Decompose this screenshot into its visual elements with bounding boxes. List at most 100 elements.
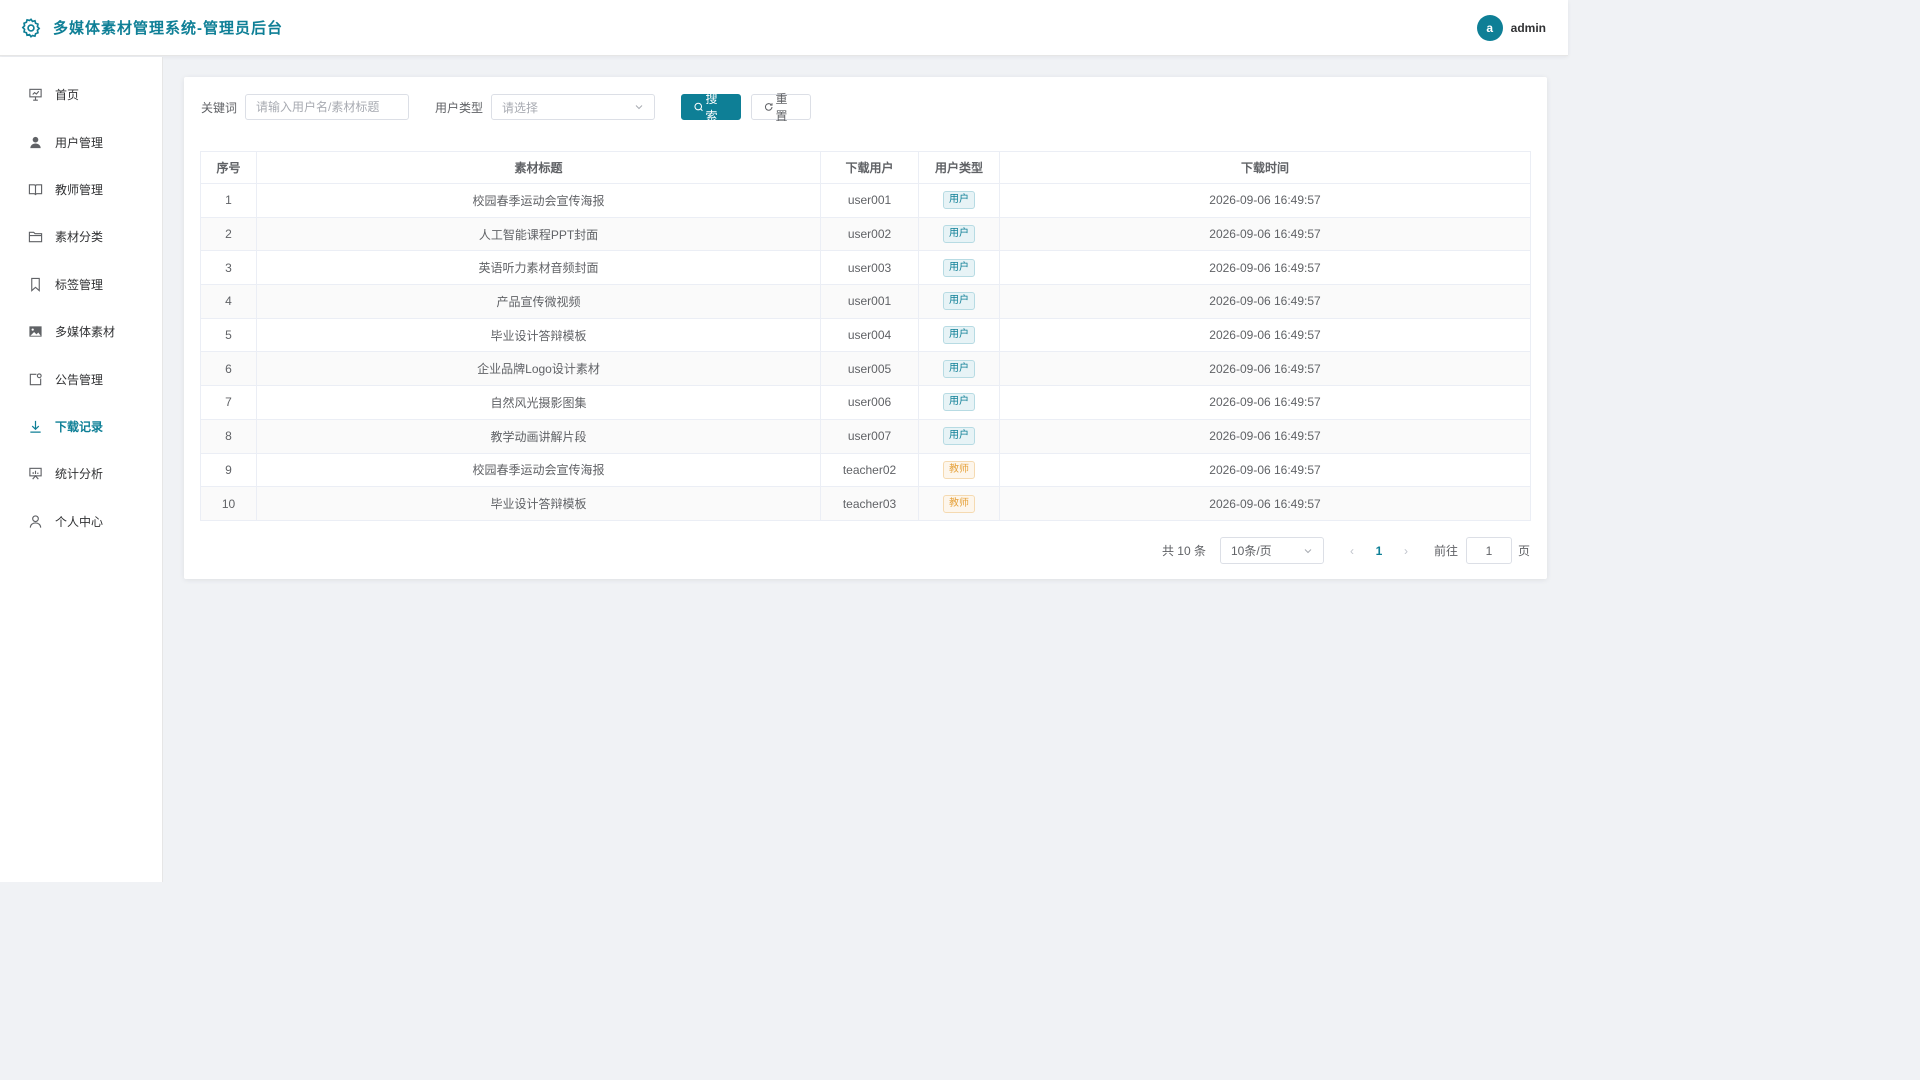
page-size-select[interactable]: 10条/页 bbox=[1219, 537, 1324, 564]
table-cell-title: 校园春季运动会宣传海报 bbox=[256, 452, 821, 488]
user-type-tag: 用户 bbox=[943, 326, 975, 345]
table-cell-time: 2026-09-06 16:49:57 bbox=[999, 418, 1531, 454]
table-cell-user: user004 bbox=[820, 317, 919, 353]
table-row[interactable]: 6 企业品牌Logo设计素材 user005 用户 2026-09-06 16:49:5… bbox=[200, 351, 1531, 387]
table-cell-index: 1 bbox=[200, 183, 257, 218]
sidebar-item-media[interactable]: 多媒体素材 bbox=[0, 308, 162, 355]
table-row[interactable]: 3 英语听力素材音频封面 user003 用户 2026-09-06 16:49:57 bbox=[200, 250, 1531, 286]
table-row[interactable]: 8 教学动画讲解片段 user007 用户 2026-09-06 16:49:57 bbox=[200, 418, 1531, 454]
table-row[interactable]: 1 校园春季运动会宣传海报 user001 用户 2026-09-06 16:49:57 bbox=[200, 183, 1531, 218]
table-cell-title: 毕业设计答辩模板 bbox=[256, 486, 821, 521]
sidebar-item-label: 教师管理 bbox=[55, 182, 104, 197]
table-row[interactable]: 10 毕业设计答辩模板 teacher03 教师 2026-09-06 16:49:57 bbox=[200, 486, 1531, 521]
pagination: 共 10 条 10条/页 ‹ 1 › 前往 1 页 bbox=[1162, 537, 1530, 564]
search-button-label: 搜索 bbox=[705, 92, 718, 123]
page-suffix: 页 bbox=[1517, 544, 1530, 558]
sidebar-item-users[interactable]: 用户管理 bbox=[0, 118, 162, 165]
sidebar-item-profile[interactable]: 个人中心 bbox=[0, 498, 162, 545]
chevron-down-icon bbox=[1304, 548, 1312, 553]
username[interactable]: admin bbox=[1511, 21, 1546, 35]
table-cell-title: 校园春季运动会宣传海报 bbox=[256, 183, 821, 218]
download-icon bbox=[30, 420, 41, 433]
next-page-icon[interactable]: › bbox=[1396, 544, 1416, 558]
sidebar-item-label: 个人中心 bbox=[55, 514, 104, 529]
table-cell-index: 8 bbox=[200, 418, 257, 454]
sidebar-item-label: 标签管理 bbox=[55, 277, 104, 292]
table-cell-index: 6 bbox=[200, 351, 257, 387]
sidebar-item-label: 首页 bbox=[55, 88, 80, 103]
table-cell-user: teacher03 bbox=[820, 486, 919, 521]
table-cell-index: 3 bbox=[200, 250, 257, 286]
user-type-tag: 教师 bbox=[943, 460, 975, 479]
table-cell-title: 英语听力素材音频封面 bbox=[256, 250, 821, 286]
table-cell-time: 2026-09-06 16:49:57 bbox=[999, 317, 1531, 353]
column-header[interactable]: 序号 bbox=[200, 151, 257, 184]
table-cell-title: 产品宣传微视频 bbox=[256, 284, 821, 319]
table-row[interactable]: 9 校园春季运动会宣传海报 teacher02 教师 2026-09-06 16:49:… bbox=[200, 452, 1531, 488]
search-button[interactable]: 搜索 bbox=[681, 92, 742, 123]
person-icon bbox=[29, 515, 42, 528]
bookmark-icon bbox=[31, 277, 40, 292]
table-row[interactable]: 5 毕业设计答辩模板 user004 用户 2026-09-06 16:49:57 bbox=[200, 317, 1531, 353]
usertype-select[interactable]: 请选择 bbox=[491, 94, 656, 120]
column-header[interactable]: 用户类型 bbox=[918, 151, 1000, 184]
sidebar-item-label: 下载记录 bbox=[55, 419, 104, 434]
table-cell-index: 4 bbox=[200, 284, 257, 319]
user-type-tag: 用户 bbox=[943, 225, 975, 244]
sidebar-item-downloads[interactable]: 下载记录 bbox=[0, 403, 162, 450]
sidebar-item-tags[interactable]: 标签管理 bbox=[0, 261, 162, 308]
current-page-button[interactable]: 1 bbox=[1371, 544, 1387, 558]
sidebar-item-teachers[interactable]: 教师管理 bbox=[0, 166, 162, 213]
sidebar-item-label: 公告管理 bbox=[55, 372, 104, 387]
prev-page-icon[interactable]: ‹ bbox=[1342, 544, 1362, 558]
table-cell-user: user002 bbox=[820, 216, 919, 252]
table-cell-user: user001 bbox=[820, 284, 919, 319]
goto-page-input[interactable]: 1 bbox=[1465, 537, 1512, 564]
sidebar-item-label: 统计分析 bbox=[55, 467, 104, 482]
sidebar-item-categories[interactable]: 素材分类 bbox=[0, 213, 162, 260]
table-header-row: 序号 素材标题 下载用户 用户类型 下载时间 bbox=[200, 151, 1531, 184]
table-cell-time: 2026-09-06 16:49:57 bbox=[999, 452, 1531, 488]
avatar[interactable]: a bbox=[1476, 14, 1503, 41]
column-header[interactable]: 下载时间 bbox=[999, 151, 1531, 184]
goto-label: 前往 bbox=[1433, 544, 1458, 558]
sidebar-item-notices[interactable]: 公告管理 bbox=[0, 355, 162, 402]
sidebar: 首页 用户管理 教师管理 素材分类 标签管理 多媒体素材 公告管理 下载记录 统… bbox=[0, 57, 163, 882]
table-cell-user: user005 bbox=[820, 351, 919, 387]
usertype-placeholder: 请选择 bbox=[502, 100, 539, 115]
table-cell-type: 教师 bbox=[918, 486, 1000, 521]
download-records-panel: 关键词 用户类型 请选择 搜索 重置 序号 素材标题 下载用户 用户类型 下载时… bbox=[184, 77, 1547, 579]
user-menu[interactable]: a admin bbox=[1476, 14, 1546, 41]
column-header[interactable]: 素材标题 bbox=[256, 151, 821, 184]
filter-bar: 关键词 用户类型 请选择 搜索 重置 bbox=[201, 92, 812, 123]
table-cell-index: 10 bbox=[200, 486, 257, 521]
table-cell-type: 用户 bbox=[918, 284, 1000, 319]
reset-button[interactable]: 重置 bbox=[751, 92, 812, 123]
book-icon bbox=[28, 184, 43, 196]
table-row[interactable]: 7 自然风光摄影图集 user006 用户 2026-09-06 16:49:57 bbox=[200, 385, 1531, 420]
folder-icon bbox=[28, 232, 43, 243]
sidebar-item-label: 多媒体素材 bbox=[55, 325, 116, 340]
table-cell-type: 用户 bbox=[918, 183, 1000, 218]
sidebar-item-home[interactable]: 首页 bbox=[0, 71, 162, 118]
table-cell-time: 2026-09-06 16:49:57 bbox=[999, 284, 1531, 319]
pagination-total: 共 10 条 bbox=[1161, 544, 1206, 558]
table-cell-title: 自然风光摄影图集 bbox=[256, 385, 821, 420]
table-row[interactable]: 2 人工智能课程PPT封面 user002 用户 2026-09-06 16:49:57 bbox=[200, 216, 1531, 252]
table-cell-type: 用户 bbox=[918, 216, 1000, 252]
keyword-input[interactable] bbox=[245, 94, 410, 120]
reset-button-label: 重置 bbox=[775, 92, 788, 123]
table-cell-index: 5 bbox=[200, 317, 257, 353]
top-header: 多媒体素材管理系统-管理员后台 a admin bbox=[0, 0, 1568, 56]
table-cell-time: 2026-09-06 16:49:57 bbox=[999, 216, 1531, 252]
table-cell-user: user003 bbox=[820, 250, 919, 286]
table-cell-index: 7 bbox=[200, 385, 257, 420]
table-cell-title: 企业品牌Logo设计素材 bbox=[256, 351, 821, 387]
table-cell-title: 教学动画讲解片段 bbox=[256, 418, 821, 454]
table-cell-user: user006 bbox=[820, 385, 919, 420]
sidebar-item-statistics[interactable]: 统计分析 bbox=[0, 450, 162, 497]
user-icon bbox=[30, 136, 41, 148]
user-type-tag: 用户 bbox=[943, 393, 975, 412]
table-row[interactable]: 4 产品宣传微视频 user001 用户 2026-09-06 16:49:57 bbox=[200, 284, 1531, 319]
column-header[interactable]: 下载用户 bbox=[820, 151, 919, 184]
